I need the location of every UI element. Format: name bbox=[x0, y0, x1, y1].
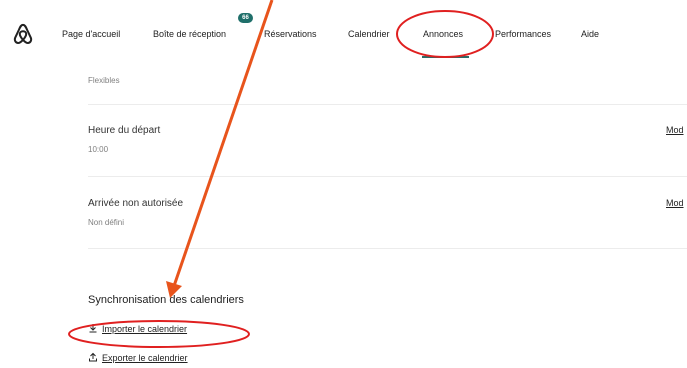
checkout-time-value: 10:00 bbox=[88, 145, 109, 154]
download-icon bbox=[89, 324, 97, 333]
top-navigation: Page d'accueil Boîte de réception 66 Rés… bbox=[0, 0, 687, 64]
nav-item-calendar[interactable]: Calendrier bbox=[348, 29, 390, 40]
export-calendar-link[interactable]: Exporter le calendrier bbox=[88, 352, 188, 363]
nav-item-help[interactable]: Aide bbox=[581, 29, 599, 40]
divider bbox=[88, 176, 687, 177]
import-calendar-link[interactable]: Importer le calendrier bbox=[88, 323, 187, 334]
nav-item-listings[interactable]: Annonces bbox=[423, 29, 463, 40]
divider bbox=[88, 104, 687, 105]
checkout-time-label: Heure du départ bbox=[88, 125, 161, 136]
nav-item-home[interactable]: Page d'accueil bbox=[62, 29, 120, 40]
nav-item-reservations[interactable]: Réservations bbox=[264, 29, 317, 40]
unauthorized-arrival-value: Non défini bbox=[88, 218, 125, 227]
arrival-window-value: Flexibles bbox=[88, 76, 120, 85]
arrival-window-label-cut bbox=[88, 60, 268, 66]
unauthorized-arrival-label: Arrivée non autorisée bbox=[88, 198, 184, 209]
airbnb-logo-icon[interactable] bbox=[12, 22, 34, 46]
nav-item-performance[interactable]: Performances bbox=[495, 29, 551, 40]
calendar-sync-title: Synchronisation des calendriers bbox=[88, 294, 244, 306]
checkout-time-edit-link[interactable]: Mod bbox=[666, 125, 684, 135]
export-calendar-label: Exporter le calendrier bbox=[102, 353, 188, 363]
nav-item-inbox[interactable]: Boîte de réception bbox=[153, 29, 226, 40]
import-calendar-label: Importer le calendrier bbox=[102, 324, 188, 334]
unauthorized-arrival-edit-link[interactable]: Mod bbox=[666, 198, 684, 208]
upload-icon bbox=[89, 352, 97, 362]
active-tab-indicator bbox=[422, 56, 469, 58]
inbox-unread-badge: 66 bbox=[238, 13, 253, 23]
divider bbox=[88, 248, 687, 249]
